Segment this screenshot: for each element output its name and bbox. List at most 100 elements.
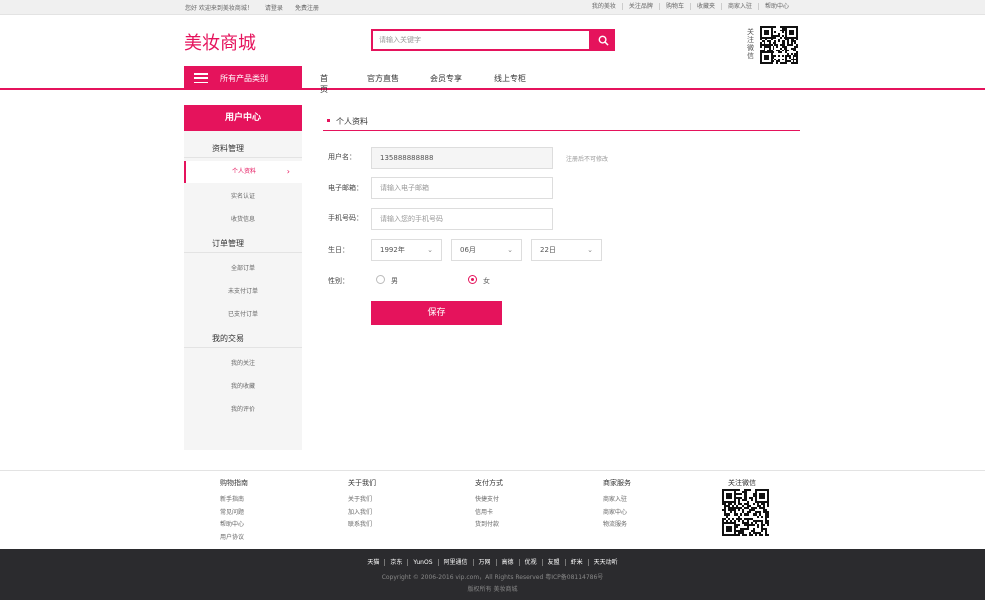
username-label: 用户名： <box>328 153 356 161</box>
favorites-link[interactable]: 收藏夹 <box>689 3 721 10</box>
help-center-link[interactable]: 帮助中心 <box>757 3 795 10</box>
sidebar-item-my-reviews[interactable]: 我的评价 <box>184 404 302 413</box>
footer-divider <box>0 470 985 471</box>
footer-col-title: 购物指南 <box>220 479 248 487</box>
footer-col-title: 支付方式 <box>475 479 503 487</box>
welcome-text: 您好 欢迎来到美妆商城！ <box>185 5 253 12</box>
partner-link[interactable]: 高德 <box>495 559 519 566</box>
sidebar-item-my-follows[interactable]: 我的关注 <box>184 358 302 367</box>
gender-male-radio[interactable] <box>376 275 385 284</box>
cart-link[interactable]: 购物车 <box>658 3 690 10</box>
section-title: 个人资料 <box>336 117 368 126</box>
sidebar-group-profile: 资料管理 <box>212 144 244 153</box>
partner-links: 天猫 京东 YunOS 阿里通信 万网 高德 优视 友盟 虾米 天天动听 <box>0 557 985 566</box>
footer-link[interactable]: 用户协议 <box>220 532 248 545</box>
email-label: 电子邮箱： <box>328 184 363 192</box>
footer-link[interactable]: 联系我们 <box>348 519 376 532</box>
bullet-icon <box>327 119 330 122</box>
footer-col-title: 商家服务 <box>603 479 631 487</box>
all-categories-button[interactable]: 所有产品类别 <box>184 66 302 90</box>
birth-day-select[interactable]: 22日 ⌄ <box>531 239 602 261</box>
chevron-down-icon: ⌄ <box>427 246 433 254</box>
birth-month-value: 06月 <box>460 246 476 254</box>
birth-day-value: 22日 <box>540 246 556 254</box>
register-link[interactable]: 免费注册 <box>295 3 319 12</box>
partner-link[interactable]: YunOS <box>407 559 438 566</box>
my-beauty-link[interactable]: 我的美妆 <box>586 3 622 10</box>
birth-year-select[interactable]: 1992年 ⌄ <box>371 239 442 261</box>
save-button[interactable]: 保存 <box>371 301 502 325</box>
top-bar-links: 我的美妆 关注品牌 购物车 收藏夹 商家入驻 帮助中心 <box>586 3 795 10</box>
footer-link[interactable]: 新手指南 <box>220 494 248 507</box>
partner-link[interactable]: 天天动听 <box>587 559 623 566</box>
chevron-right-icon: › <box>286 167 290 176</box>
sidebar-item-personal-info[interactable]: 个人资料 › <box>184 161 302 183</box>
email-field[interactable]: 请输入电子邮箱 <box>371 177 553 199</box>
footer-qr-title: 关注微信 <box>728 479 756 487</box>
wechat-qr-code <box>760 26 798 64</box>
nav-member-exclusive[interactable]: 会员专享 <box>430 73 462 84</box>
birth-year-value: 1992年 <box>380 246 405 254</box>
footer-col-about: 关于我们 关于我们 加入我们 联系我们 <box>348 478 376 532</box>
login-link[interactable]: 请登录 <box>265 3 283 12</box>
sidebar-item-shipping-info[interactable]: 收货信息 <box>184 214 302 223</box>
partner-link[interactable]: 阿里通信 <box>437 559 473 566</box>
partner-link[interactable]: 友盟 <box>541 559 565 566</box>
main-nav: 所有产品类别 首页 官方直售 会员专享 线上专柜 <box>0 66 985 94</box>
gender-female-label: 女 <box>483 277 490 285</box>
section-header: 个人资料 <box>323 115 800 131</box>
partner-link[interactable]: 优视 <box>518 559 542 566</box>
top-bar: 您好 欢迎来到美妆商城！ 请登录 免费注册 我的美妆 关注品牌 购物车 收藏夹 … <box>0 0 985 15</box>
nav-official-sale[interactable]: 官方直售 <box>367 73 399 84</box>
footer-link[interactable]: 商家入驻 <box>603 494 631 507</box>
partner-link[interactable]: 虾米 <box>564 559 588 566</box>
search-bar: 请输入关键字 <box>371 29 615 51</box>
footer-col-payment: 支付方式 快捷支付 信用卡 货到付款 <box>475 478 503 532</box>
footer-link[interactable]: 关于我们 <box>348 494 376 507</box>
site-logo[interactable]: 美妆商城 <box>184 29 256 55</box>
phone-label: 手机号码： <box>328 214 363 222</box>
footer-link[interactable]: 货到付款 <box>475 519 503 532</box>
search-input[interactable]: 请输入关键字 <box>371 29 591 51</box>
gender-male-label: 男 <box>391 277 398 285</box>
sidebar-item-all-orders[interactable]: 全部订单 <box>184 263 302 272</box>
footer-link[interactable]: 快捷支付 <box>475 494 503 507</box>
footer-link[interactable]: 商家中心 <box>603 507 631 520</box>
birth-month-select[interactable]: 06月 ⌄ <box>451 239 522 261</box>
merchant-join-link[interactable]: 商家入驻 <box>720 3 758 10</box>
footer-link[interactable]: 常见问题 <box>220 507 248 520</box>
divider <box>184 252 302 253</box>
sidebar-item-unpaid-orders[interactable]: 未支付订单 <box>184 286 302 295</box>
gender-label: 性别： <box>328 277 349 285</box>
nav-online-counter[interactable]: 线上专柜 <box>494 73 526 84</box>
sidebar-group-orders: 订单管理 <box>212 239 244 248</box>
chevron-down-icon: ⌄ <box>507 246 513 254</box>
footer-bottom: 天猫 京东 YunOS 阿里通信 万网 高德 优视 友盟 虾米 天天动听 Copyright © … <box>0 549 985 600</box>
partner-link[interactable]: 京东 <box>384 559 408 566</box>
sidebar-item-paid-orders[interactable]: 已支付订单 <box>184 309 302 318</box>
birthday-label: 生日： <box>328 246 349 254</box>
username-hint: 注册后不可修改 <box>566 156 609 163</box>
nav-home[interactable]: 首页 <box>320 73 328 95</box>
rights-text: 版权所有 美妆商城 <box>467 586 518 593</box>
footer-link[interactable]: 加入我们 <box>348 507 376 520</box>
all-categories-label: 所有产品类别 <box>220 73 268 83</box>
phone-field[interactable]: 请输入您的手机号码 <box>371 208 553 230</box>
search-button[interactable] <box>591 29 615 51</box>
footer-col-merchant: 商家服务 商家入驻 商家中心 物流服务 <box>603 478 631 532</box>
divider <box>184 157 302 158</box>
followed-brands-link[interactable]: 关注品牌 <box>621 3 659 10</box>
gender-female-radio[interactable] <box>468 275 477 284</box>
sidebar-group-transactions: 我的交易 <box>212 334 244 343</box>
footer-link[interactable]: 帮助中心 <box>220 519 248 532</box>
footer-wechat-qr-code <box>722 489 769 536</box>
sidebar-item-my-favorites[interactable]: 我的收藏 <box>184 381 302 390</box>
sidebar-item-verification[interactable]: 实名认证 <box>184 191 302 200</box>
footer-col-shopping-guide: 购物指南 新手指南 常见问题 帮助中心 用户协议 <box>220 478 248 544</box>
partner-link[interactable]: 万网 <box>472 559 496 566</box>
footer-link[interactable]: 信用卡 <box>475 507 503 520</box>
footer-link[interactable]: 物流服务 <box>603 519 631 532</box>
username-field: 135888888888 <box>371 147 553 169</box>
partner-link[interactable]: 天猫 <box>362 559 384 566</box>
sidebar-title: 用户中心 <box>184 105 302 131</box>
